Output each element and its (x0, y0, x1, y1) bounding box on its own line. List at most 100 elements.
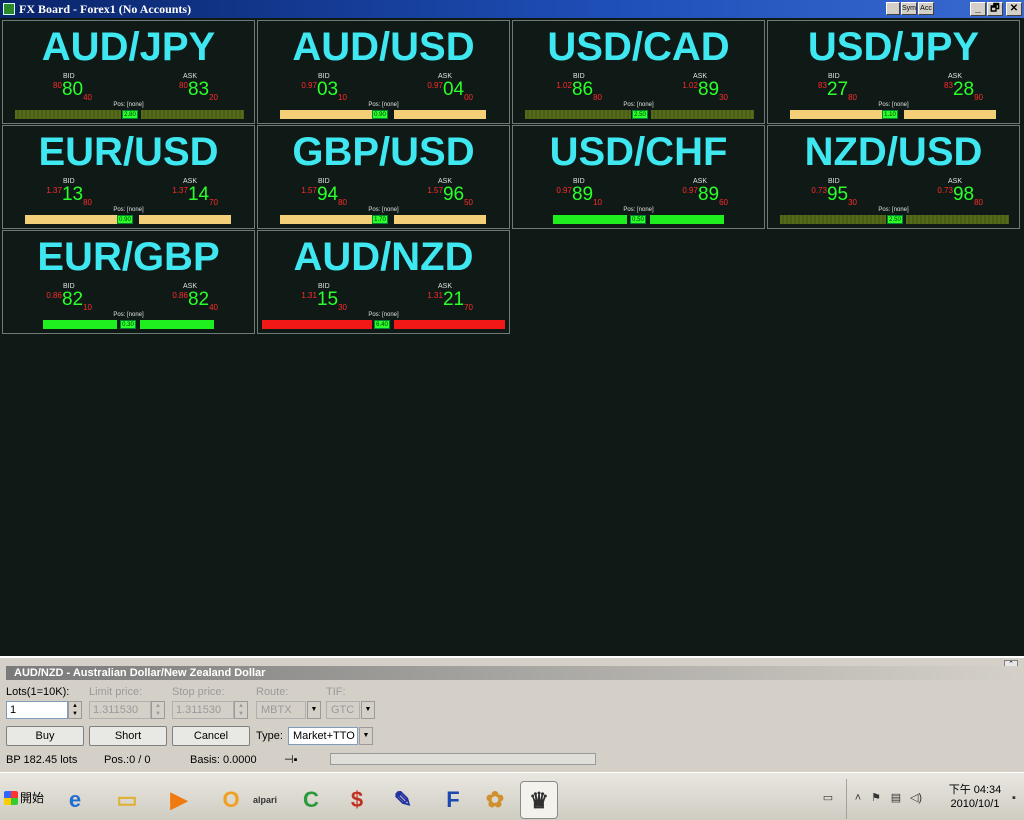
bid-price[interactable]: 0.868210 (46, 289, 92, 312)
outlook-icon[interactable]: O (212, 781, 250, 819)
short-button[interactable]: Short (89, 726, 167, 746)
ask-price[interactable]: 1.579650 (427, 184, 473, 207)
buy-bar[interactable] (139, 215, 231, 224)
minimize-button[interactable]: _ (970, 2, 986, 16)
currency-tile[interactable]: AUD/NZD BID ASK 1.311530 1.312170 Pos: [none]… (257, 230, 510, 334)
buy-button[interactable]: Buy (6, 726, 84, 746)
buy-bar[interactable] (141, 110, 244, 119)
action-center-flag-icon[interactable]: ⚑ (869, 791, 883, 805)
bid-price[interactable]: 0.970310 (301, 80, 347, 102)
bid-price[interactable]: 0.739530 (811, 185, 857, 207)
bid-price[interactable]: 1.311530 (301, 290, 347, 312)
sell-bar[interactable] (790, 110, 882, 119)
sell-bar[interactable] (280, 215, 372, 224)
paint-tool-icon[interactable]: ✎ (384, 781, 422, 819)
network-icon[interactable]: ▤ (889, 791, 903, 805)
route-select[interactable]: MBTX ▼ (256, 701, 321, 719)
sell-bar[interactable] (25, 215, 117, 224)
bid-price[interactable]: 808040 (53, 80, 92, 102)
alpari-icon[interactable]: alpari (246, 781, 284, 819)
currency-tile[interactable]: AUD/JPY BID ASK 808040 808320 Pos: [none] 2.80 (2, 20, 255, 124)
ask-price[interactable]: 1.371470 (172, 185, 218, 207)
bid-price[interactable]: 1.371380 (46, 185, 92, 207)
calculator-app-icon[interactable]: $ (338, 781, 376, 819)
chevron-down-icon[interactable]: ▼ (359, 727, 373, 745)
keyboard-icon[interactable]: ▭ (821, 791, 835, 805)
sym-button[interactable]: Sym (901, 2, 917, 15)
ask-price-pips: 96 (442, 184, 465, 205)
stop-price-input[interactable]: 1.311530 (172, 701, 234, 719)
window-mini-icon[interactable] (886, 2, 900, 15)
folder-icon[interactable]: ▭ (108, 781, 146, 819)
restore-button[interactable]: 🗗 (987, 2, 1003, 16)
sell-bar[interactable] (553, 215, 627, 224)
ask-price[interactable]: 0.739880 (937, 184, 983, 207)
media-player-icon[interactable]: ▶ (160, 781, 198, 819)
internet-explorer-icon[interactable]: e (56, 781, 94, 819)
buy-bar[interactable] (906, 215, 1009, 224)
bid-price[interactable]: 832780 (818, 80, 857, 102)
bid-price-prefix: 1.02 (556, 81, 572, 90)
palette-icon[interactable]: ✿ (476, 781, 514, 819)
chevron-down-icon[interactable]: ▼ (307, 701, 321, 719)
lots-input[interactable]: 1 (6, 701, 68, 719)
ask-price[interactable]: 832890 (944, 80, 983, 102)
buy-bar[interactable] (140, 320, 214, 329)
stop-price-stepper[interactable]: ▲ ▼ (234, 701, 248, 719)
start-button[interactable]: 開始 (2, 787, 48, 809)
lots-stepper[interactable]: ▲ ▼ (68, 701, 82, 719)
buy-bar[interactable] (904, 110, 996, 119)
buy-bar[interactable] (394, 110, 486, 119)
limit-price-stepper[interactable]: ▲ ▼ (151, 701, 165, 719)
volume-icon[interactable]: ◁) (909, 791, 923, 805)
ask-price[interactable]: 808320 (179, 80, 218, 102)
cancel-button[interactable]: Cancel (172, 726, 250, 746)
sell-bar[interactable] (780, 215, 886, 224)
currency-tile[interactable]: USD/CAD BID ASK 1.028680 1.028930 Pos: [none]… (512, 20, 765, 124)
clock[interactable]: 下午 04:34 2010/10/1 (945, 783, 1005, 811)
sell-bar[interactable] (525, 110, 631, 119)
currency-tile[interactable]: USD/CHF BID ASK 0.978910 0.978960 Pos: [none]… (512, 125, 765, 229)
ask-price-pips: 98 (952, 184, 975, 205)
chevron-down-icon[interactable]: ▼ (361, 701, 375, 719)
close-button[interactable]: ✕ (1006, 2, 1022, 16)
bid-price[interactable]: 1.028680 (556, 80, 602, 102)
buy-bar[interactable] (394, 215, 486, 224)
app-icon[interactable] (3, 3, 15, 15)
bid-price[interactable]: 1.579480 (301, 185, 347, 207)
ask-price-fraction: 60 (719, 198, 728, 207)
limit-price-input[interactable]: 1.311530 (89, 701, 151, 719)
bid-price[interactable]: 0.978910 (556, 185, 602, 207)
tif-value: GTC (331, 704, 355, 716)
currency-tile[interactable]: NZD/USD BID ASK 0.739530 0.739880 Pos: [none]… (767, 125, 1020, 229)
ask-price[interactable]: 1.028930 (682, 80, 728, 102)
sell-bar[interactable] (262, 320, 372, 329)
order-type-select[interactable]: Market+TTO ▼ (288, 727, 373, 745)
ask-price[interactable]: 0.868240 (172, 290, 218, 312)
sell-bar[interactable] (43, 320, 117, 329)
bid-price-prefix: 0.73 (811, 186, 827, 195)
currency-tile[interactable]: GBP/USD BID ASK 1.579480 1.579650 Pos: [none]… (257, 125, 510, 229)
buy-bar[interactable] (650, 215, 724, 224)
bid-price-pips: 82 (61, 289, 84, 310)
currency-tile[interactable]: EUR/GBP BID ASK 0.868210 0.868240 Pos: [none]… (2, 230, 255, 334)
tif-select[interactable]: GTC ▼ (326, 701, 375, 719)
currency-tile[interactable]: USD/JPY BID ASK 832780 832890 Pos: [none] 1.10 (767, 20, 1020, 124)
trading-app-icon[interactable]: ♛ (520, 781, 558, 819)
ask-price[interactable]: 0.978960 (682, 185, 728, 207)
show-hidden-icons-icon[interactable]: ˄ (851, 791, 865, 805)
ask-price-prefix: 1.31 (427, 291, 443, 300)
currency-tile[interactable]: EUR/USD BID ASK 1.371380 1.371470 Pos: [none]… (2, 125, 255, 229)
f-app-icon[interactable]: F (434, 781, 472, 819)
pin-icon[interactable]: ⊣▪ (284, 753, 297, 766)
sell-bar[interactable] (280, 110, 372, 119)
sell-bar[interactable] (15, 110, 121, 119)
ask-price[interactable]: 1.312170 (427, 290, 473, 312)
acc-button[interactable]: Acc (918, 2, 934, 15)
ccleaner-icon[interactable]: C (292, 781, 330, 819)
show-desktop-icon[interactable]: ▪ (1007, 791, 1021, 805)
buy-bar[interactable] (394, 320, 505, 329)
currency-tile[interactable]: AUD/USD BID ASK 0.970310 0.970400 Pos: [none]… (257, 20, 510, 124)
ask-price[interactable]: 0.970400 (427, 80, 473, 102)
buy-bar[interactable] (651, 110, 754, 119)
